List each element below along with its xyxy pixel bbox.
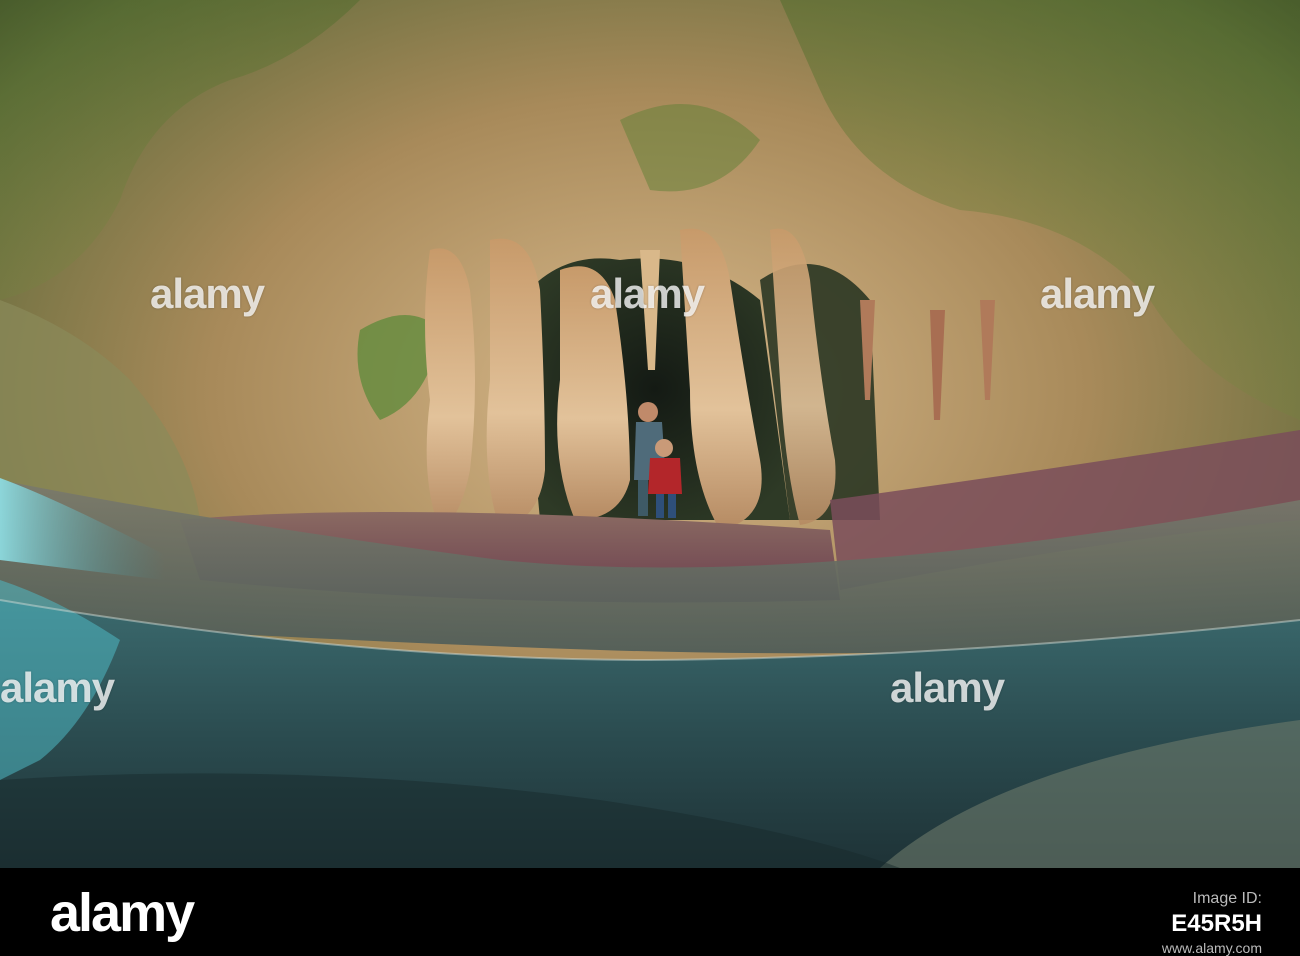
footer-bar: alamy Image ID: E45R5H www.alamy.com [0,868,1300,956]
cave-scene [0,0,1300,868]
image-meta: Image ID: E45R5H www.alamy.com [1162,890,1262,956]
alamy-url: www.alamy.com [1161,940,1262,956]
watermark: alamy [590,270,705,317]
image-id-label: Image ID: [1192,890,1262,907]
watermark: alamy [0,664,115,711]
watermark: alamy [890,664,1005,711]
stalactite-column-2 [486,238,545,531]
image-id: E45R5H [1171,910,1262,937]
alamy-logo: alamy [50,883,195,943]
watermark: alamy [1040,270,1155,317]
watermark: alamy [150,270,265,317]
photo-frame: alamy alamy alamy alamy alamy [0,0,1300,868]
